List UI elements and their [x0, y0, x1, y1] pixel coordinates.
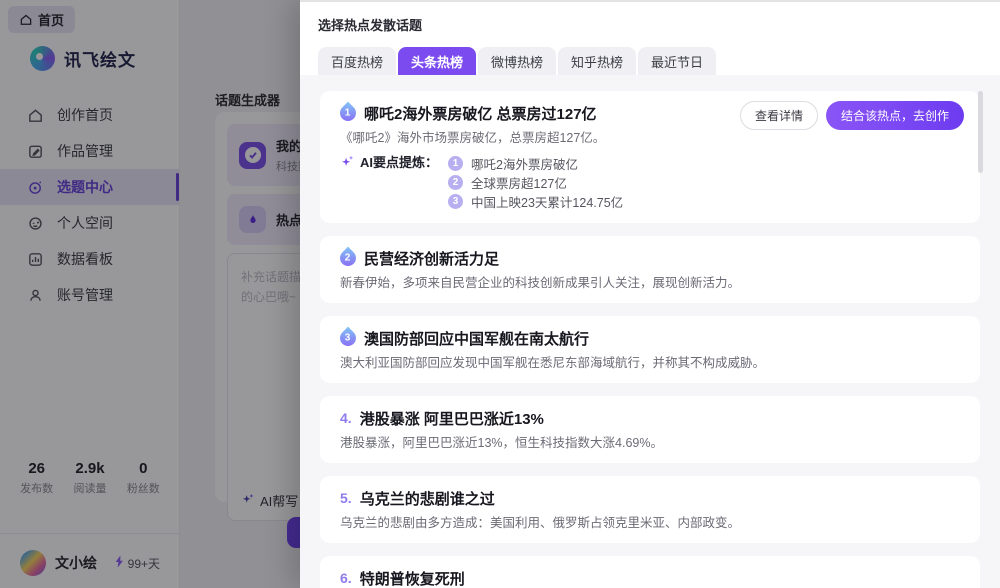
topic-card[interactable]: 2 民营经济创新活力足 新春伊始，多项来自民营企业的科技创新成果引人关注，展现创… — [320, 236, 980, 303]
ai-point-item: 中国上映23天累计124.75亿 — [448, 192, 623, 210]
hot-topics-drawer: 选择热点发散话题 百度热榜 头条热榜 微博热榜 知乎热榜 最近节日 1 哪吒2海… — [300, 0, 1000, 588]
topic-title: 哪吒2海外票房破亿 总票房过127亿 — [364, 103, 597, 124]
topic-title: 特朗普恢复死刑 — [360, 568, 465, 588]
topic-head: 3 澳国防部回应中国军舰在南太航行 — [340, 328, 960, 348]
ai-points-label: AI要点提炼： — [340, 154, 438, 211]
tab-festivals[interactable]: 最近节日 — [638, 47, 716, 75]
rank-number: 4. — [340, 410, 352, 426]
topic-head: 6. 特朗普恢复死刑 — [340, 568, 960, 588]
topic-card[interactable]: 1 哪吒2海外票房破亿 总票房过127亿 查看详情 结合该热点，去创作 《哪吒2… — [320, 91, 980, 223]
topic-desc: 澳大利亚国防部回应发现中国军舰在悉尼东部海域航行，并称其不构成威胁。 — [340, 355, 960, 371]
topic-title: 乌克兰的悲剧谁之过 — [360, 488, 495, 509]
rank-number: 6. — [340, 570, 352, 586]
tab-weibo[interactable]: 微博热榜 — [478, 47, 556, 75]
sparkle-icon — [340, 154, 355, 174]
topic-head: 5. 乌克兰的悲剧谁之过 — [340, 488, 960, 508]
topic-title: 澳国防部回应中国军舰在南太航行 — [364, 328, 589, 349]
ai-points-list: 哪吒2海外票房破亿 全球票房超127亿 中国上映23天累计124.75亿 — [448, 154, 623, 211]
rank-badge: 1 — [337, 102, 360, 125]
create-button[interactable]: 结合该热点，去创作 — [826, 101, 964, 130]
scrollbar-thumb[interactable] — [978, 91, 983, 173]
topic-actions: 查看详情 结合该热点，去创作 — [740, 101, 964, 130]
screen: 首页 讯飞绘文 创作首页 作品管理 — [0, 0, 1000, 588]
topic-card[interactable]: 6. 特朗普恢复死刑 — [320, 556, 980, 588]
topic-head: 2 民营经济创新活力足 — [340, 248, 960, 268]
topic-desc: 《哪吒2》海外市场票房破亿，总票房超127亿。 — [340, 130, 960, 146]
rank-badge: 3 — [337, 327, 360, 350]
topic-head: 4. 港股暴涨 阿里巴巴涨近13% — [340, 408, 960, 428]
topic-card[interactable]: 4. 港股暴涨 阿里巴巴涨近13% 港股暴涨，阿里巴巴涨近13%，恒生科技指数大… — [320, 396, 980, 463]
rank-badge: 2 — [337, 247, 360, 270]
tab-toutiao[interactable]: 头条热榜 — [398, 47, 476, 75]
topic-card[interactable]: 5. 乌克兰的悲剧谁之过 乌克兰的悲剧由多方造成：美国利用、俄罗斯占领克里米亚、… — [320, 476, 980, 543]
tab-zhihu[interactable]: 知乎热榜 — [558, 47, 636, 75]
drawer-title: 选择热点发散话题 — [300, 2, 1000, 34]
ai-points-block: AI要点提炼： 哪吒2海外票房破亿 全球票房超127亿 中国上映23天累计124… — [340, 154, 960, 211]
topic-title: 港股暴涨 阿里巴巴涨近13% — [360, 408, 544, 429]
topic-card[interactable]: 3 澳国防部回应中国军舰在南太航行 澳大利亚国防部回应发现中国军舰在悉尼东部海域… — [320, 316, 980, 383]
topics-list: 1 哪吒2海外票房破亿 总票房过127亿 查看详情 结合该热点，去创作 《哪吒2… — [300, 75, 1000, 588]
ai-point-item: 全球票房超127亿 — [448, 173, 623, 191]
hot-list-tabs: 百度热榜 头条热榜 微博热榜 知乎热榜 最近节日 — [318, 47, 1000, 75]
topic-title: 民营经济创新活力足 — [364, 248, 499, 269]
topic-desc: 港股暴涨，阿里巴巴涨近13%，恒生科技指数大涨4.69%。 — [340, 435, 960, 451]
ai-point-item: 哪吒2海外票房破亿 — [448, 154, 623, 172]
detail-button[interactable]: 查看详情 — [740, 101, 818, 130]
topic-desc: 乌克兰的悲剧由多方造成：美国利用、俄罗斯占领克里米亚、内部政变。 — [340, 515, 960, 531]
tab-baidu[interactable]: 百度热榜 — [318, 47, 396, 75]
topic-desc: 新春伊始，多项来自民营企业的科技创新成果引人关注，展现创新活力。 — [340, 275, 960, 291]
rank-number: 5. — [340, 490, 352, 506]
